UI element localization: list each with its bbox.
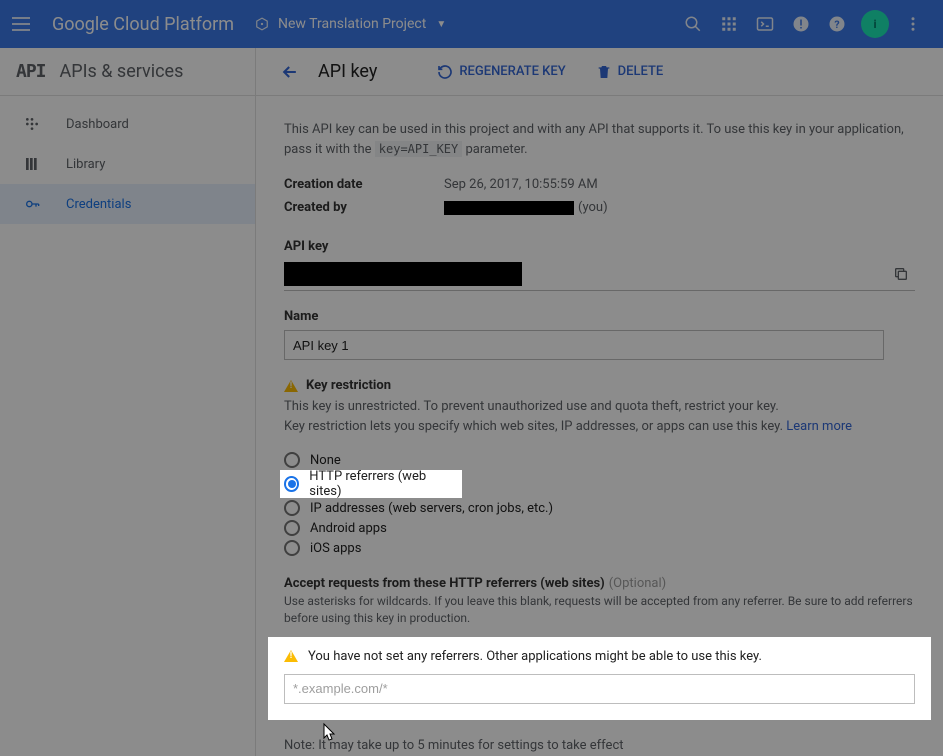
- radio-icon: [284, 540, 300, 556]
- more-vert-icon[interactable]: [895, 6, 931, 42]
- warning-icon: [284, 380, 298, 392]
- caret-down-icon: ▼: [436, 19, 446, 30]
- radio-label: Android apps: [310, 521, 387, 536]
- settings-note: Note: It may take up to 5 minutes for se…: [284, 738, 915, 753]
- created-by-label: Created by: [284, 200, 444, 215]
- radio-http-referrers[interactable]: HTTP referrers (web sites): [284, 474, 452, 494]
- radio-none[interactable]: None: [284, 450, 915, 470]
- radio-icon: [284, 452, 300, 468]
- gcp-logo: Google Cloud Platform: [52, 14, 234, 35]
- sidebar-item-credentials[interactable]: Credentials: [0, 184, 255, 224]
- api-badge: API: [16, 61, 46, 82]
- delete-button[interactable]: DELETE: [596, 64, 664, 80]
- refresh-icon: [437, 64, 453, 80]
- copy-icon[interactable]: [887, 260, 915, 288]
- api-key-label: API key: [284, 239, 915, 254]
- radio-icon: [284, 500, 300, 516]
- intro-text: This API key can be used in this project…: [284, 120, 915, 159]
- redacted-email: [444, 201, 574, 215]
- section-title: APIs & services: [60, 61, 184, 82]
- accept-referrers-desc: Use asterisks for wildcards. If you leav…: [284, 593, 915, 627]
- radio-android-apps[interactable]: Android apps: [284, 518, 915, 538]
- radio-label: None: [310, 453, 341, 468]
- page-title: API key: [318, 61, 377, 82]
- accept-referrers-label: Accept requests from these HTTP referrer…: [284, 576, 666, 591]
- radio-icon: [284, 476, 299, 492]
- apps-grid-icon[interactable]: [711, 6, 747, 42]
- name-label: Name: [284, 309, 915, 324]
- regenerate-key-button[interactable]: REGENERATE KEY: [437, 64, 565, 80]
- radio-ip-addresses[interactable]: IP addresses (web servers, cron jobs, et…: [284, 498, 915, 518]
- radio-icon: [284, 520, 300, 536]
- redacted-api-key: [284, 262, 522, 286]
- key-restriction-desc: This key is unrestricted. To prevent una…: [284, 397, 915, 436]
- creation-date-label: Creation date: [284, 177, 444, 192]
- notifications-icon[interactable]: [783, 6, 819, 42]
- dashboard-icon: [20, 116, 44, 132]
- sidebar-item-library[interactable]: Library: [0, 144, 255, 184]
- svg-text:?: ?: [834, 18, 839, 31]
- back-arrow-icon[interactable]: [280, 62, 300, 82]
- sidebar-item-dashboard[interactable]: Dashboard: [0, 104, 255, 144]
- cloud-shell-icon[interactable]: [747, 6, 783, 42]
- created-by-value: (you): [444, 200, 608, 215]
- project-hex-icon: [254, 16, 270, 32]
- project-name: New Translation Project: [278, 16, 426, 32]
- creation-date-value: Sep 26, 2017, 10:55:59 AM: [444, 177, 598, 192]
- search-icon[interactable]: [675, 6, 711, 42]
- radio-label: IP addresses (web servers, cron jobs, et…: [310, 501, 553, 516]
- warning-icon: [284, 650, 298, 662]
- sidebar-item-label: Dashboard: [66, 117, 129, 132]
- key-restriction-heading: Key restriction: [306, 378, 391, 393]
- menu-icon[interactable]: [12, 12, 36, 36]
- radio-ios-apps[interactable]: iOS apps: [284, 538, 915, 558]
- key-icon: [20, 196, 44, 212]
- learn-more-link[interactable]: Learn more: [786, 419, 852, 434]
- library-icon: [20, 156, 44, 172]
- help-icon[interactable]: ?: [819, 6, 855, 42]
- referrer-input[interactable]: [284, 674, 915, 704]
- trash-icon: [596, 64, 612, 80]
- name-input[interactable]: [284, 330, 884, 360]
- radio-label: HTTP referrers (web sites): [309, 469, 452, 499]
- project-selector[interactable]: New Translation Project ▼: [254, 16, 446, 32]
- sidebar-item-label: Library: [66, 157, 105, 172]
- avatar[interactable]: i: [861, 10, 889, 38]
- radio-label: iOS apps: [310, 541, 361, 556]
- referrer-warning: You have not set any referrers. Other ap…: [284, 649, 915, 664]
- sidebar-item-label: Credentials: [66, 197, 131, 212]
